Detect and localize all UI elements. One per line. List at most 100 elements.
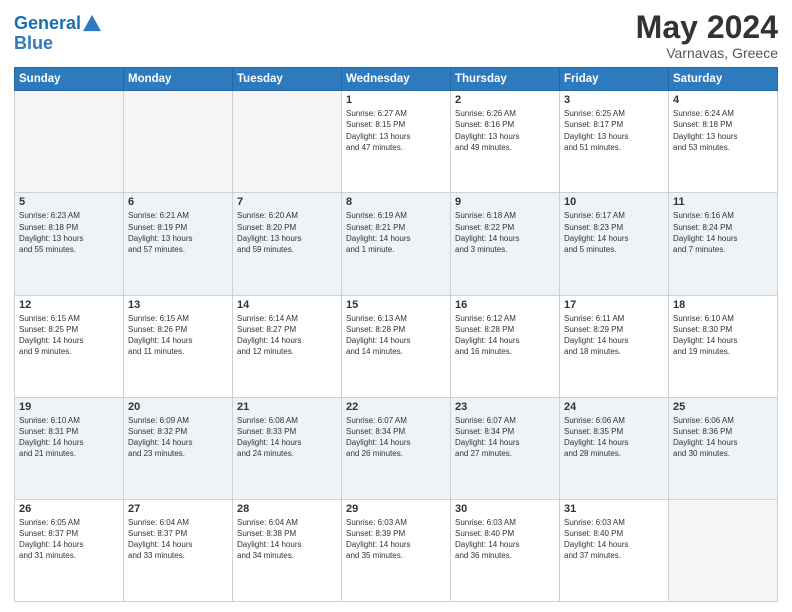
calendar-cell: 17 Sunrise: 6:11 AM Sunset: 8:29 PM Dayli… xyxy=(560,295,669,397)
day-info: Sunrise: 6:15 AM Sunset: 8:26 PM Dayligh… xyxy=(128,313,228,358)
day-header-saturday: Saturday xyxy=(669,68,778,91)
day-info: Sunrise: 6:06 AM Sunset: 8:35 PM Dayligh… xyxy=(564,415,664,460)
calendar-cell: 6Sunrise: 6:21 AM Sunset: 8:19 PM Daylig… xyxy=(124,193,233,295)
calendar-cell: 19 Sunrise: 6:10 AM Sunset: 8:31 PM Dayli… xyxy=(15,397,124,499)
day-number: 27 xyxy=(128,503,228,515)
day-number: 31 xyxy=(564,503,664,515)
calendar-cell: 31Sunrise: 6:03 AM Sunset: 8:40 PM Dayli… xyxy=(560,499,669,601)
day-info: Sunrise: 6:08 AM Sunset: 8:33 PM Dayligh… xyxy=(237,415,337,460)
day-header-friday: Friday xyxy=(560,68,669,91)
calendar-cell: 12 Sunrise: 6:15 AM Sunset: 8:25 PM Dayli… xyxy=(15,295,124,397)
day-number: 22 xyxy=(346,401,446,413)
calendar-cell: 10 Sunrise: 6:17 AM Sunset: 8:23 PM Dayli… xyxy=(560,193,669,295)
calendar-header-row: SundayMondayTuesdayWednesdayThursdayFrid… xyxy=(15,68,778,91)
day-number: 1 xyxy=(346,94,446,106)
day-number: 14 xyxy=(237,299,337,311)
calendar-cell: 16Sunrise: 6:12 AM Sunset: 8:28 PM Dayli… xyxy=(451,295,560,397)
day-info: Sunrise: 6:10 AM Sunset: 8:31 PM Dayligh… xyxy=(19,415,119,460)
calendar-cell: 29Sunrise: 6:03 AM Sunset: 8:39 PM Dayli… xyxy=(342,499,451,601)
day-number: 24 xyxy=(564,401,664,413)
calendar-week-row: 1Sunrise: 6:27 AM Sunset: 8:15 PM Daylig… xyxy=(15,91,778,193)
day-number: 8 xyxy=(346,196,446,208)
day-number: 12 xyxy=(19,299,119,311)
title-block: May 2024 Varnavas, Greece xyxy=(636,10,778,61)
day-info: Sunrise: 6:16 AM Sunset: 8:24 PM Dayligh… xyxy=(673,210,773,255)
day-number: 20 xyxy=(128,401,228,413)
calendar-cell: 1Sunrise: 6:27 AM Sunset: 8:15 PM Daylig… xyxy=(342,91,451,193)
calendar-cell: 26 Sunrise: 6:05 AM Sunset: 8:37 PM Dayli… xyxy=(15,499,124,601)
day-info: Sunrise: 6:09 AM Sunset: 8:32 PM Dayligh… xyxy=(128,415,228,460)
calendar-cell: 14 Sunrise: 6:14 AM Sunset: 8:27 PM Dayli… xyxy=(233,295,342,397)
day-info: Sunrise: 6:20 AM Sunset: 8:20 PM Dayligh… xyxy=(237,210,337,255)
day-info: Sunrise: 6:24 AM Sunset: 8:18 PM Dayligh… xyxy=(673,108,773,153)
day-number: 7 xyxy=(237,196,337,208)
day-number: 30 xyxy=(455,503,555,515)
calendar-cell: 7 Sunrise: 6:20 AM Sunset: 8:20 PM Daylig… xyxy=(233,193,342,295)
day-info: Sunrise: 6:05 AM Sunset: 8:37 PM Dayligh… xyxy=(19,517,119,562)
calendar-cell: 2 Sunrise: 6:26 AM Sunset: 8:16 PM Daylig… xyxy=(451,91,560,193)
day-number: 13 xyxy=(128,299,228,311)
header: General Blue May 2024 Varnavas, Greece xyxy=(14,10,778,61)
day-info: Sunrise: 6:04 AM Sunset: 8:37 PM Dayligh… xyxy=(128,517,228,562)
calendar-cell: 28 Sunrise: 6:04 AM Sunset: 8:38 PM Dayli… xyxy=(233,499,342,601)
day-number: 16 xyxy=(455,299,555,311)
day-info: Sunrise: 6:23 AM Sunset: 8:18 PM Dayligh… xyxy=(19,210,119,255)
day-info: Sunrise: 6:14 AM Sunset: 8:27 PM Dayligh… xyxy=(237,313,337,358)
day-number: 5 xyxy=(19,196,119,208)
calendar-cell: 23Sunrise: 6:07 AM Sunset: 8:34 PM Dayli… xyxy=(451,397,560,499)
day-info: Sunrise: 6:03 AM Sunset: 8:40 PM Dayligh… xyxy=(455,517,555,562)
calendar-cell: 21 Sunrise: 6:08 AM Sunset: 8:33 PM Dayli… xyxy=(233,397,342,499)
calendar-cell: 22 Sunrise: 6:07 AM Sunset: 8:34 PM Dayli… xyxy=(342,397,451,499)
calendar-cell: 11Sunrise: 6:16 AM Sunset: 8:24 PM Dayli… xyxy=(669,193,778,295)
day-number: 26 xyxy=(19,503,119,515)
day-info: Sunrise: 6:13 AM Sunset: 8:28 PM Dayligh… xyxy=(346,313,446,358)
calendar-cell: 27 Sunrise: 6:04 AM Sunset: 8:37 PM Dayli… xyxy=(124,499,233,601)
day-number: 2 xyxy=(455,94,555,106)
calendar-cell: 13 Sunrise: 6:15 AM Sunset: 8:26 PM Dayli… xyxy=(124,295,233,397)
day-number: 9 xyxy=(455,196,555,208)
day-number: 17 xyxy=(564,299,664,311)
logo: General Blue xyxy=(14,14,101,54)
day-header-wednesday: Wednesday xyxy=(342,68,451,91)
calendar-cell: 30 Sunrise: 6:03 AM Sunset: 8:40 PM Dayli… xyxy=(451,499,560,601)
day-number: 18 xyxy=(673,299,773,311)
page: General Blue May 2024 Varnavas, Greece S… xyxy=(0,0,792,612)
day-number: 4 xyxy=(673,94,773,106)
day-header-sunday: Sunday xyxy=(15,68,124,91)
calendar-cell xyxy=(15,91,124,193)
logo-text: General xyxy=(14,14,81,34)
day-info: Sunrise: 6:26 AM Sunset: 8:16 PM Dayligh… xyxy=(455,108,555,153)
calendar-cell: 4 Sunrise: 6:24 AM Sunset: 8:18 PM Daylig… xyxy=(669,91,778,193)
calendar-cell: 25Sunrise: 6:06 AM Sunset: 8:36 PM Dayli… xyxy=(669,397,778,499)
calendar-cell: 15Sunrise: 6:13 AM Sunset: 8:28 PM Dayli… xyxy=(342,295,451,397)
calendar-cell: 24 Sunrise: 6:06 AM Sunset: 8:35 PM Dayli… xyxy=(560,397,669,499)
day-info: Sunrise: 6:25 AM Sunset: 8:17 PM Dayligh… xyxy=(564,108,664,153)
calendar-cell: 20 Sunrise: 6:09 AM Sunset: 8:32 PM Dayli… xyxy=(124,397,233,499)
day-info: Sunrise: 6:03 AM Sunset: 8:39 PM Dayligh… xyxy=(346,517,446,562)
day-number: 28 xyxy=(237,503,337,515)
calendar-table: SundayMondayTuesdayWednesdayThursdayFrid… xyxy=(14,67,778,602)
calendar-cell: 8Sunrise: 6:19 AM Sunset: 8:21 PM Daylig… xyxy=(342,193,451,295)
calendar-week-row: 26 Sunrise: 6:05 AM Sunset: 8:37 PM Dayli… xyxy=(15,499,778,601)
day-info: Sunrise: 6:07 AM Sunset: 8:34 PM Dayligh… xyxy=(346,415,446,460)
calendar-cell xyxy=(233,91,342,193)
day-info: Sunrise: 6:07 AM Sunset: 8:34 PM Dayligh… xyxy=(455,415,555,460)
day-info: Sunrise: 6:04 AM Sunset: 8:38 PM Dayligh… xyxy=(237,517,337,562)
calendar-cell xyxy=(124,91,233,193)
calendar-week-row: 12 Sunrise: 6:15 AM Sunset: 8:25 PM Dayli… xyxy=(15,295,778,397)
day-info: Sunrise: 6:06 AM Sunset: 8:36 PM Dayligh… xyxy=(673,415,773,460)
logo-blue: Blue xyxy=(14,34,101,54)
day-info: Sunrise: 6:21 AM Sunset: 8:19 PM Dayligh… xyxy=(128,210,228,255)
day-number: 21 xyxy=(237,401,337,413)
day-info: Sunrise: 6:17 AM Sunset: 8:23 PM Dayligh… xyxy=(564,210,664,255)
calendar-week-row: 5 Sunrise: 6:23 AM Sunset: 8:18 PM Daylig… xyxy=(15,193,778,295)
calendar-cell: 9 Sunrise: 6:18 AM Sunset: 8:22 PM Daylig… xyxy=(451,193,560,295)
day-number: 3 xyxy=(564,94,664,106)
day-info: Sunrise: 6:18 AM Sunset: 8:22 PM Dayligh… xyxy=(455,210,555,255)
calendar-cell: 3 Sunrise: 6:25 AM Sunset: 8:17 PM Daylig… xyxy=(560,91,669,193)
day-info: Sunrise: 6:11 AM Sunset: 8:29 PM Dayligh… xyxy=(564,313,664,358)
day-number: 10 xyxy=(564,196,664,208)
title-month: May 2024 xyxy=(636,10,778,45)
day-number: 19 xyxy=(19,401,119,413)
day-info: Sunrise: 6:15 AM Sunset: 8:25 PM Dayligh… xyxy=(19,313,119,358)
